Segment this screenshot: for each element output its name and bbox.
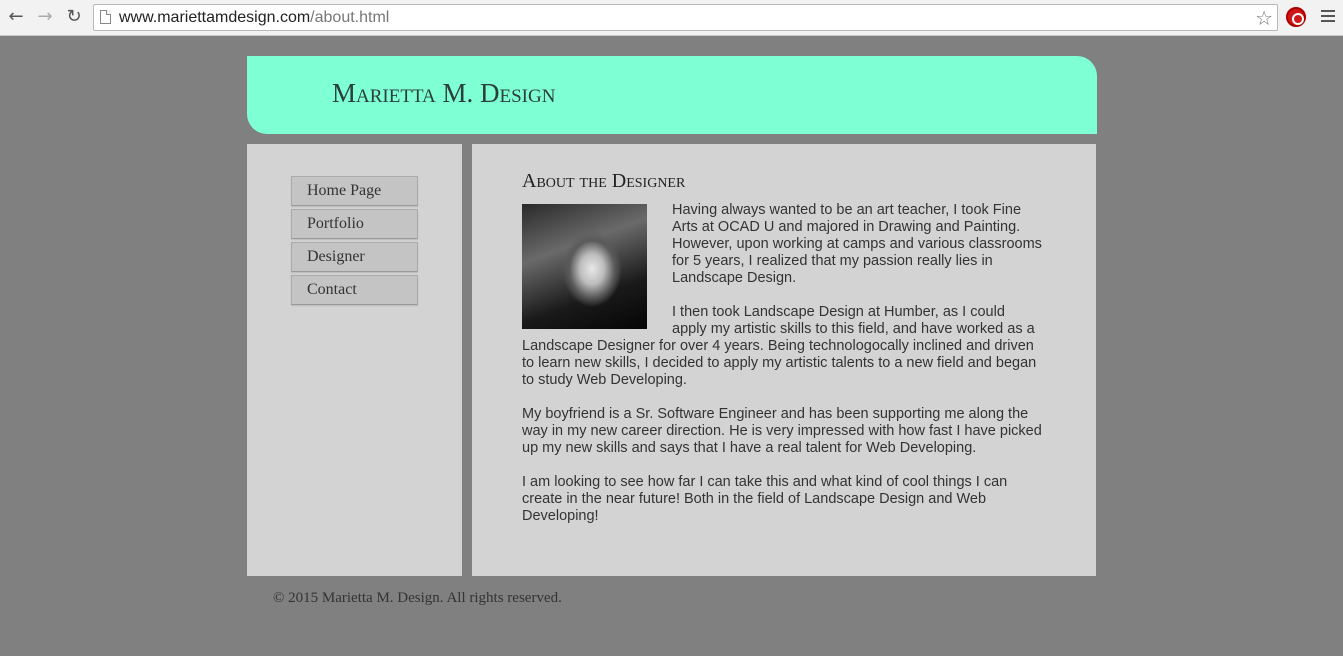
back-arrow-icon[interactable]: ←: [5, 6, 27, 28]
about-text: Having always wanted to be an art teache…: [522, 202, 1042, 542]
main-content: About the Designer Having always wanted …: [472, 144, 1096, 576]
page-heading: About the Designer: [522, 170, 686, 192]
nav-designer[interactable]: Designer: [291, 242, 418, 272]
nav-contact[interactable]: Contact: [291, 275, 418, 305]
site-title: Marietta M. Design: [332, 78, 556, 108]
site-header: Marietta M. Design: [247, 56, 1097, 134]
nav-portfolio[interactable]: Portfolio: [291, 209, 418, 239]
designer-photo: [522, 204, 647, 329]
forward-arrow-icon[interactable]: →: [34, 6, 56, 28]
nav-home-page[interactable]: Home Page: [291, 176, 418, 206]
extension-icon[interactable]: [1286, 7, 1306, 27]
browser-toolbar: ← → ↻ www.mariettamdesign.com/about.html…: [0, 0, 1343, 36]
url-path: /about.html: [310, 9, 390, 26]
address-bar[interactable]: www.mariettamdesign.com/about.html ☆: [93, 4, 1278, 31]
page-icon: [100, 10, 111, 24]
footer-copyright: © 2015 Marietta M. Design. All rights re…: [273, 590, 562, 606]
reload-icon[interactable]: ↻: [63, 6, 85, 28]
url-text[interactable]: www.mariettamdesign.com/about.html: [119, 9, 389, 27]
menu-icon[interactable]: [1321, 10, 1335, 25]
sidebar: Home Page Portfolio Designer Contact: [247, 144, 462, 576]
bookmark-star-icon[interactable]: ☆: [1255, 6, 1273, 30]
paragraph: My boyfriend is a Sr. Software Engineer …: [522, 406, 1042, 456]
paragraph: I am looking to see how far I can take t…: [522, 474, 1008, 524]
url-host: www.mariettamdesign.com: [119, 9, 311, 26]
